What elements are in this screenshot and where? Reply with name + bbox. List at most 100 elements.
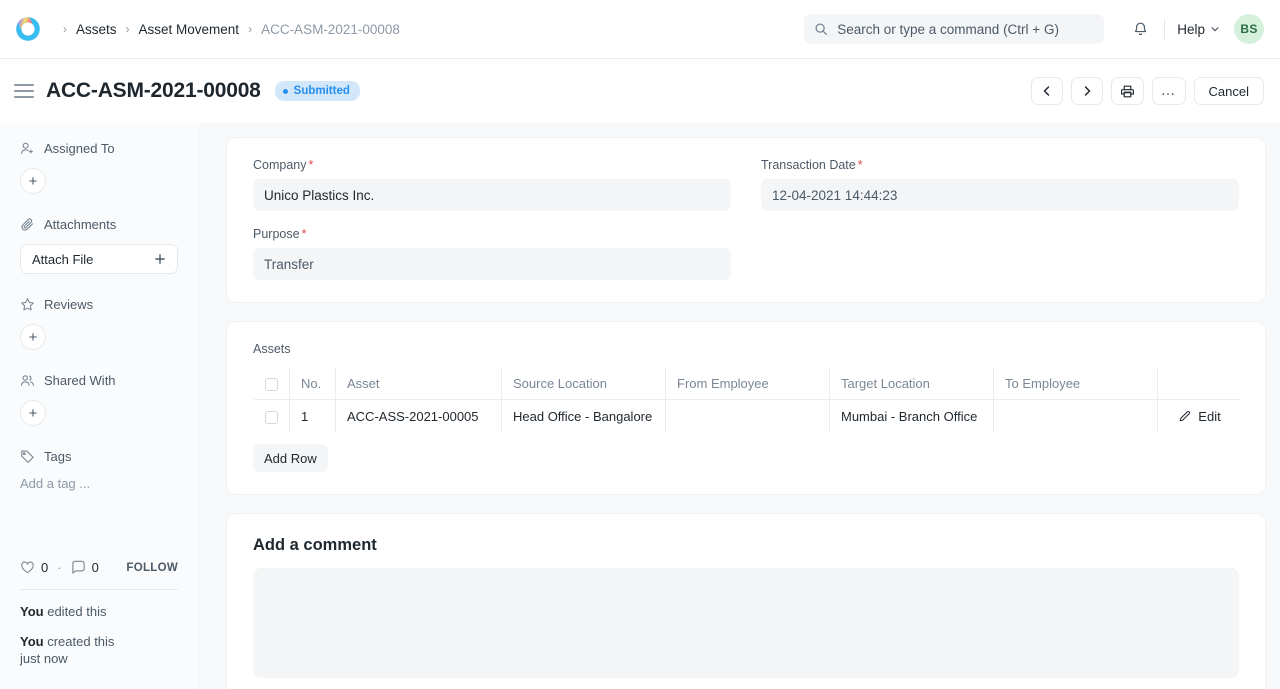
help-menu[interactable]: Help xyxy=(1177,22,1220,37)
sidebar-footer: 0 · 0 FOLLOW You edited this You created… xyxy=(20,560,178,680)
bell-icon[interactable] xyxy=(1128,17,1152,41)
details-card: Company* Unico Plastics Inc. Purpose* Tr… xyxy=(226,137,1266,303)
breadcrumb-item-asset-movement[interactable]: Asset Movement xyxy=(139,22,240,37)
select-all-checkbox[interactable] xyxy=(265,378,278,391)
shared-with-label: Shared With xyxy=(44,373,116,388)
cell-no: 1 xyxy=(290,400,336,433)
paperclip-icon xyxy=(20,217,35,232)
column-header-source-location: Source Location xyxy=(502,367,666,400)
table-row[interactable]: 1 ACC-ASS-2021-00005 Head Office - Banga… xyxy=(254,400,1242,433)
assigned-to-label: Assigned To xyxy=(44,141,115,156)
sidebar-section-attachments: Attachments Attach File xyxy=(20,217,178,274)
company-input[interactable]: Unico Plastics Inc. xyxy=(253,179,731,211)
more-actions-button[interactable]: … xyxy=(1152,77,1186,105)
help-label: Help xyxy=(1177,22,1205,37)
table-header-row: No. Asset Source Location From Employee … xyxy=(254,367,1242,400)
breadcrumb-item-assets[interactable]: Assets xyxy=(76,22,117,37)
follow-button[interactable]: FOLLOW xyxy=(126,562,178,574)
page-title: ACC-ASM-2021-00008 xyxy=(46,79,261,103)
navbar-right-group: Search or type a command (Ctrl + G) Help… xyxy=(804,0,1264,58)
chevron-down-icon xyxy=(1210,24,1220,34)
activity-actor: You xyxy=(20,604,44,619)
search-icon xyxy=(814,22,828,36)
breadcrumb-separator: › xyxy=(63,22,67,36)
activity-actor: You xyxy=(20,634,44,649)
assets-table-header: No. Asset Source Location From Employee … xyxy=(254,367,1242,400)
comment-input[interactable] xyxy=(253,568,1239,678)
transaction-date-label-text: Transaction Date xyxy=(761,158,856,172)
sidebar-divider xyxy=(20,589,178,590)
purpose-input[interactable]: Transfer xyxy=(253,248,731,280)
add-comment-title: Add a comment xyxy=(253,536,1239,555)
edit-row-label: Edit xyxy=(1198,409,1220,424)
cell-from-employee[interactable] xyxy=(666,400,830,433)
breadcrumb-separator: › xyxy=(248,22,252,36)
field-purpose: Purpose* Transfer xyxy=(253,227,731,280)
add-share-button[interactable]: + xyxy=(20,400,46,426)
company-label-text: Company xyxy=(253,158,307,172)
sidebar-section-shared-with: Shared With + xyxy=(20,373,178,426)
company-label: Company* xyxy=(253,158,731,172)
sidebar: Assigned To + Attachments Attach File xyxy=(0,123,198,689)
add-review-button[interactable]: + xyxy=(20,324,46,350)
field-transaction-date: Transaction Date* 12-04-2021 14:44:23 xyxy=(761,158,1239,211)
cell-asset[interactable]: ACC-ASS-2021-00005 xyxy=(336,400,502,433)
status-badge-label: Submitted xyxy=(294,85,350,97)
activity-item-created: You created this just now xyxy=(20,633,178,668)
column-header-no: No. xyxy=(290,367,336,400)
print-button[interactable] xyxy=(1111,77,1144,105)
details-col-right: Transaction Date* 12-04-2021 14:44:23 xyxy=(761,158,1239,280)
add-assignment-button[interactable]: + xyxy=(20,168,46,194)
search-input[interactable]: Search or type a command (Ctrl + G) xyxy=(804,14,1104,44)
assigned-to-header: Assigned To xyxy=(20,141,178,156)
chevron-right-icon xyxy=(1081,85,1093,97)
shared-with-header: Shared With xyxy=(20,373,178,388)
search-placeholder: Search or type a command (Ctrl + G) xyxy=(837,22,1059,37)
select-all-cell xyxy=(254,367,290,400)
stats-separator: · xyxy=(57,560,61,575)
tags-header: Tags xyxy=(20,449,178,464)
breadcrumb-item-current: ACC-ASM-2021-00008 xyxy=(261,22,400,37)
activity-action: created this xyxy=(47,634,114,649)
cell-to-employee[interactable] xyxy=(994,400,1158,433)
transaction-date-input[interactable]: 12-04-2021 14:44:23 xyxy=(761,179,1239,211)
prev-document-button[interactable] xyxy=(1031,77,1063,105)
assets-card: Assets No. Asset Source Location From Em… xyxy=(226,321,1266,495)
comment-count: 0 xyxy=(92,560,99,575)
add-row-button[interactable]: Add Row xyxy=(253,444,328,472)
column-header-to-employee: To Employee xyxy=(994,367,1158,400)
cell-actions: Edit xyxy=(1158,400,1242,433)
main-content: Company* Unico Plastics Inc. Purpose* Tr… xyxy=(198,123,1280,689)
avatar[interactable]: BS xyxy=(1234,14,1264,44)
reviews-label: Reviews xyxy=(44,297,93,312)
sidebar-section-assigned-to: Assigned To + xyxy=(20,141,178,194)
activity-action: edited this xyxy=(47,604,106,619)
cell-source-location[interactable]: Head Office - Bangalore xyxy=(502,400,666,433)
comment-icon[interactable] xyxy=(71,560,86,575)
hamburger-menu-icon[interactable] xyxy=(14,84,34,98)
attach-file-button[interactable]: Attach File xyxy=(20,244,178,274)
cell-target-location[interactable]: Mumbai - Branch Office xyxy=(830,400,994,433)
activity-item-edited: You edited this xyxy=(20,603,178,621)
printer-icon xyxy=(1120,84,1135,99)
sidebar-stats: 0 · 0 FOLLOW xyxy=(20,560,178,575)
pencil-icon xyxy=(1178,410,1191,423)
assets-table: No. Asset Source Location From Employee … xyxy=(253,366,1242,433)
reviews-header: Reviews xyxy=(20,297,178,312)
next-document-button[interactable] xyxy=(1071,77,1103,105)
field-company: Company* Unico Plastics Inc. xyxy=(253,158,731,211)
tags-label: Tags xyxy=(44,449,71,464)
star-icon xyxy=(20,297,35,312)
assets-section-label: Assets xyxy=(253,342,1239,356)
add-tag-input[interactable]: Add a tag ... xyxy=(20,476,178,491)
breadcrumb: › Assets › Asset Movement › ACC-ASM-2021… xyxy=(54,22,400,37)
navbar: › Assets › Asset Movement › ACC-ASM-2021… xyxy=(0,0,1280,59)
document-actions: … Cancel xyxy=(1031,59,1264,123)
edit-row-button[interactable]: Edit xyxy=(1169,409,1230,424)
heart-icon[interactable] xyxy=(20,560,35,575)
row-checkbox[interactable] xyxy=(265,411,278,424)
attachments-header: Attachments xyxy=(20,217,178,232)
cancel-button[interactable]: Cancel xyxy=(1194,77,1264,105)
column-header-actions xyxy=(1158,367,1242,400)
frappe-logo-icon[interactable] xyxy=(14,15,42,43)
